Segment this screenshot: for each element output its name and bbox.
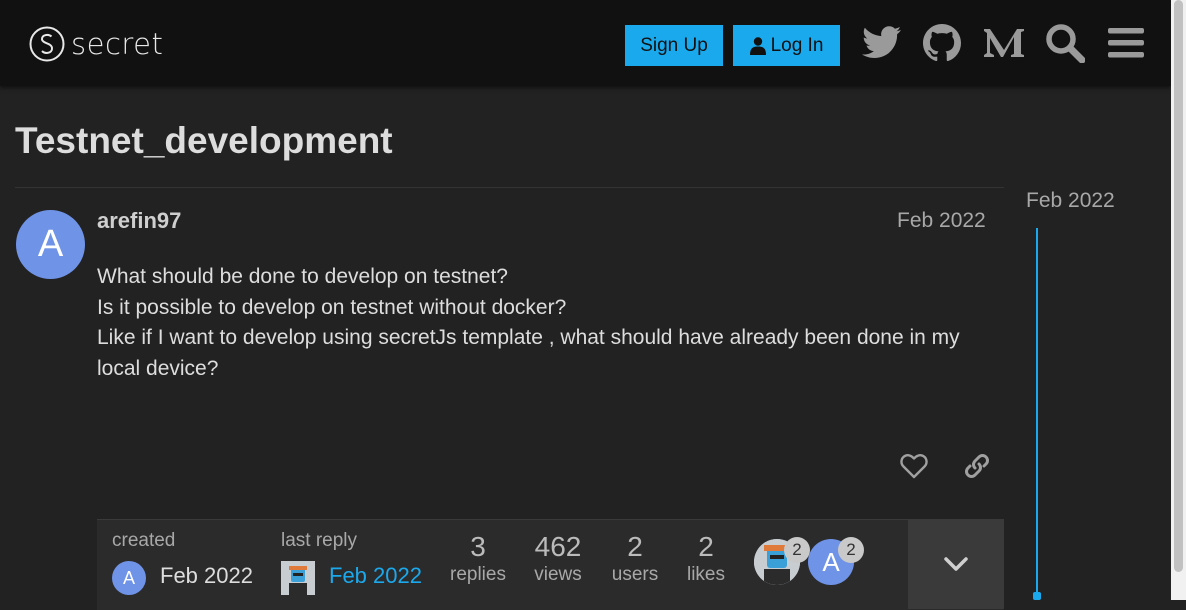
- title-divider: [15, 187, 1004, 188]
- timeline-handle[interactable]: [1033, 592, 1041, 600]
- log-in-button[interactable]: Log In: [733, 25, 840, 66]
- sign-up-button[interactable]: Sign Up: [625, 25, 723, 66]
- likes-label: likes: [686, 564, 725, 585]
- post-line: Like if I want to develop using secretJs…: [97, 326, 960, 381]
- twitter-icon[interactable]: [860, 21, 904, 65]
- site-logo[interactable]: secret: [29, 24, 163, 64]
- like-button[interactable]: [896, 448, 932, 484]
- replies-label: replies: [450, 564, 506, 585]
- page-scrollbar[interactable]: [1171, 0, 1186, 600]
- heart-icon: [900, 454, 928, 479]
- topic-title[interactable]: Testnet_development: [15, 120, 393, 162]
- medium-icon[interactable]: [982, 21, 1026, 65]
- site-header: secret Sign Up Log In: [0, 0, 1171, 86]
- menu-icon[interactable]: [1104, 21, 1148, 65]
- last-reply-avatar[interactable]: [281, 561, 315, 595]
- share-link-button[interactable]: [959, 448, 995, 484]
- post-author-username[interactable]: arefin97: [97, 208, 181, 234]
- replies-stat: 3 replies: [443, 530, 513, 586]
- author-avatar[interactable]: A: [16, 210, 85, 279]
- post-body: What should be done to develop on testne…: [97, 262, 977, 385]
- likes-stat: 2 likes: [677, 530, 735, 586]
- robot-avatar-icon: [281, 561, 315, 595]
- created-label: created: [112, 530, 176, 551]
- created-date[interactable]: Feb 2022: [160, 563, 253, 589]
- brand-name: secret: [71, 27, 164, 61]
- created-by-avatar[interactable]: A: [112, 561, 146, 595]
- link-icon: [965, 454, 989, 478]
- replies-count: 3: [470, 531, 486, 562]
- likes-count: 2: [698, 531, 714, 562]
- log-in-label: Log In: [770, 34, 824, 56]
- secret-logo-icon: [29, 26, 65, 62]
- chevron-down-icon: [944, 557, 968, 571]
- views-stat: 462 views: [523, 530, 593, 586]
- users-stat: 2 users: [603, 530, 667, 586]
- views-label: views: [534, 564, 582, 585]
- timeline-scroller[interactable]: [1036, 228, 1038, 600]
- last-reply-date[interactable]: Feb 2022: [329, 563, 422, 589]
- post-line: What should be done to develop on testne…: [97, 265, 508, 288]
- post-line: Is it possible to develop on testnet wit…: [97, 295, 567, 319]
- post-date[interactable]: Feb 2022: [897, 209, 986, 233]
- timeline-start-date[interactable]: Feb 2022: [1026, 189, 1115, 213]
- users-count: 2: [627, 531, 643, 562]
- users-label: users: [611, 564, 659, 585]
- search-icon[interactable]: [1043, 21, 1087, 65]
- github-icon[interactable]: [920, 21, 964, 65]
- views-count: 462: [534, 531, 582, 562]
- participant-post-count: 2: [784, 537, 810, 563]
- scrollbar-thumb[interactable]: [1174, 0, 1183, 572]
- participant-post-count: 2: [838, 537, 864, 563]
- last-reply-label: last reply: [281, 530, 358, 551]
- expand-summary-button[interactable]: [908, 519, 1004, 609]
- user-icon: [749, 36, 766, 55]
